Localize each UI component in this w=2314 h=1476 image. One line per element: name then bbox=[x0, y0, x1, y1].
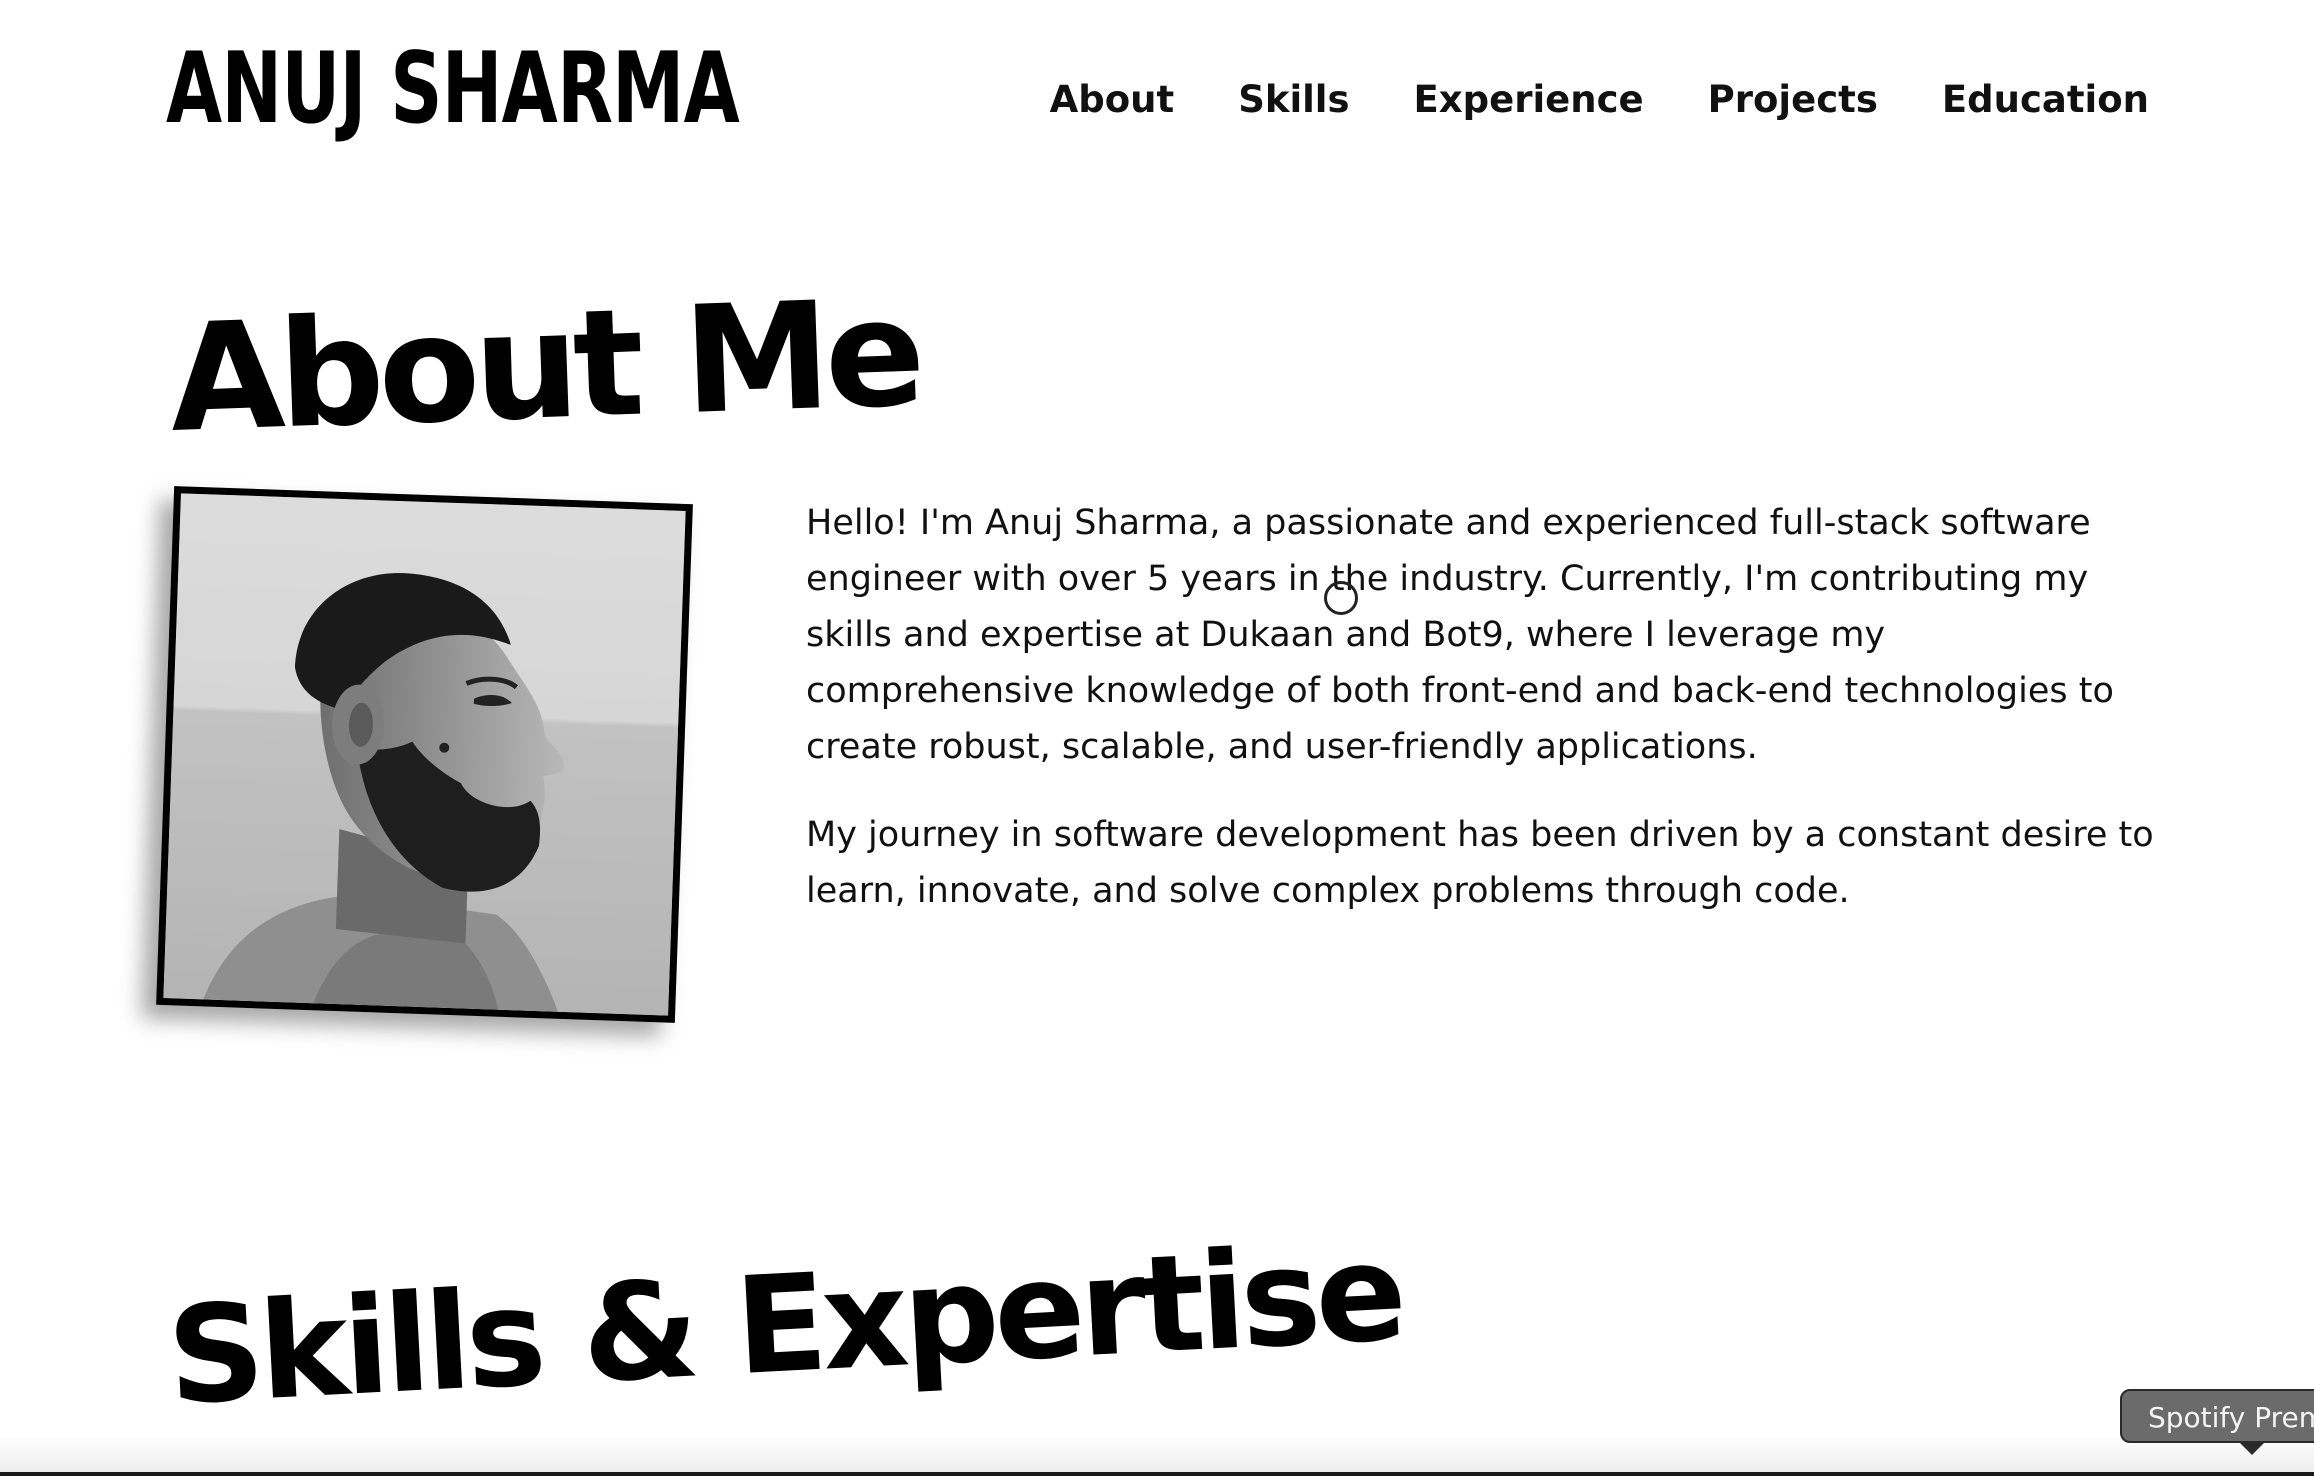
mouse-cursor-icon bbox=[1324, 581, 1358, 615]
tooltip-arrow-icon bbox=[2238, 1441, 2266, 1455]
dock-tooltip: Spotify Prem bbox=[2120, 1389, 2314, 1443]
about-heading: About Me bbox=[166, 266, 922, 465]
portfolio-page: ANUJ SHARMA About Skills Experience Proj… bbox=[0, 0, 2314, 1476]
main-nav: About Skills Experience Projects Educati… bbox=[1050, 78, 2149, 121]
nav-link-about[interactable]: About bbox=[1050, 78, 1175, 121]
nav-link-skills[interactable]: Skills bbox=[1238, 78, 1349, 121]
about-paragraph: Hello! I'm Anuj Sharma, a passionate and… bbox=[806, 503, 2114, 767]
nav-link-experience[interactable]: Experience bbox=[1414, 78, 1644, 121]
profile-portrait-image bbox=[163, 493, 686, 1016]
nav-link-education[interactable]: Education bbox=[1942, 78, 2149, 121]
skills-heading: Skills & Expertise bbox=[163, 1214, 1406, 1435]
site-logo[interactable]: ANUJ SHARMA bbox=[166, 40, 740, 138]
about-body: Hello! I'm Anuj Sharma, a passionate and… bbox=[806, 495, 2161, 951]
about-paragraph: My journey in software development has b… bbox=[806, 815, 2154, 911]
dock-shadow bbox=[0, 1436, 2314, 1476]
nav-link-projects[interactable]: Projects bbox=[1708, 78, 1878, 121]
window-bottom-edge bbox=[0, 1472, 2314, 1476]
profile-photo bbox=[156, 486, 693, 1023]
